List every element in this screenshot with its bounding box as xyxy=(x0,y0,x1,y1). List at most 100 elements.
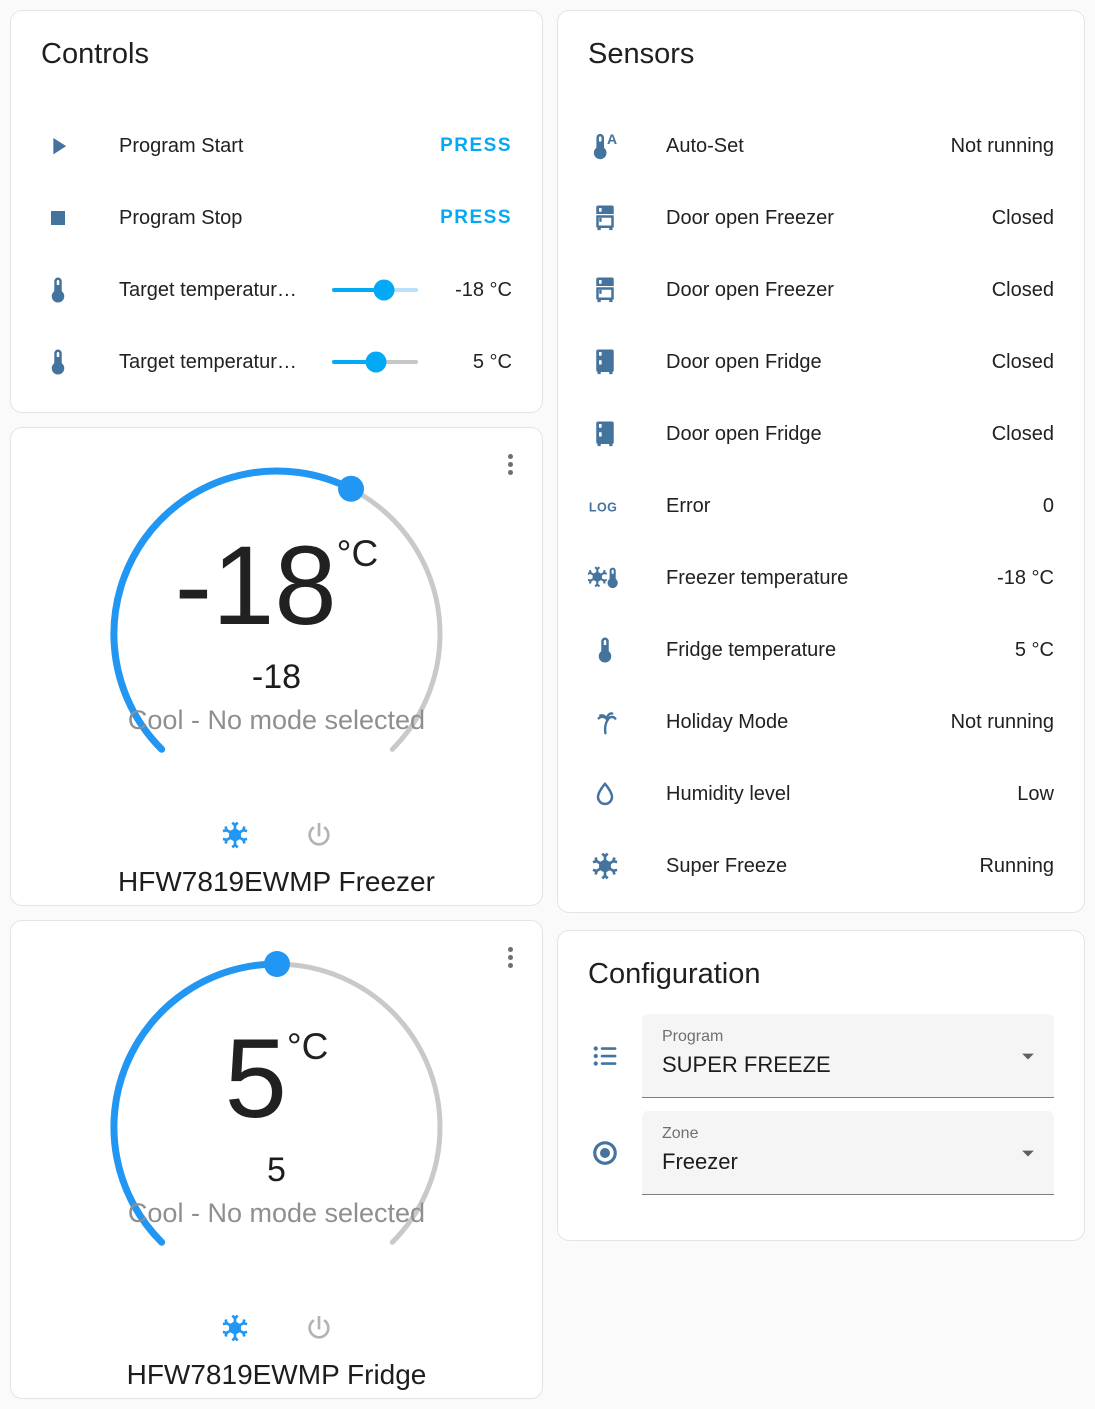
row-program-stop: Program Stop PRESS xyxy=(41,182,512,254)
fridge-icon xyxy=(588,417,622,451)
more-options-icon[interactable] xyxy=(500,943,520,971)
thermometer-icon xyxy=(41,345,75,379)
select-value: Freezer xyxy=(662,1149,738,1174)
program-select[interactable]: Program SUPER FREEZE xyxy=(642,1014,1054,1098)
device-name: HFW7819EWMP Freezer xyxy=(118,866,435,897)
cool-mode-icon[interactable] xyxy=(218,818,252,852)
sensor-value: 0 xyxy=(1042,494,1054,517)
select-label: Program xyxy=(662,1028,724,1045)
fridge-dial: 5°C 5 Cool - No mode selected xyxy=(97,947,457,1307)
radio-selected-icon xyxy=(588,1136,622,1170)
power-off-icon[interactable] xyxy=(302,1311,336,1345)
row-target-temp-fridge: Target temperatur… 5 °C xyxy=(41,326,512,398)
sensor-value: Closed xyxy=(991,278,1054,301)
mode-text: Cool - No mode selected xyxy=(127,705,426,735)
play-icon xyxy=(41,129,75,163)
sensor-label: Door open Fridge xyxy=(666,350,822,373)
freezer-thermostat-card: -18°C -18 Cool - No mode selected HFW781… xyxy=(10,427,543,906)
slider-handle[interactable] xyxy=(373,279,395,301)
sensor-value: Closed xyxy=(991,206,1054,229)
slider-handle[interactable] xyxy=(365,351,387,373)
program-config-row: Program SUPER FREEZE xyxy=(588,1014,1054,1098)
right-column: Sensors A Auto-Set Not running Door open… xyxy=(557,10,1085,1399)
cool-mode-icon[interactable] xyxy=(218,1311,252,1345)
sensor-label: Auto-Set xyxy=(666,134,744,157)
dropdown-arrow-icon[interactable] xyxy=(1014,1042,1042,1070)
program-start-press-button[interactable]: PRESS xyxy=(440,135,512,157)
sensor-row-super-freeze[interactable]: Super Freeze Running xyxy=(588,830,1054,902)
fridge-thermostat-card: 5°C 5 Cool - No mode selected HFW7819EWM… xyxy=(10,920,543,1399)
sensor-value: Running xyxy=(979,854,1054,877)
dial-readout: -18°C -18 Cool - No mode selected xyxy=(97,454,457,814)
thermometer-icon xyxy=(588,633,622,667)
sensor-label: Freezer temperature xyxy=(666,566,849,589)
sensor-row-door-fridge-2[interactable]: Door open Fridge Closed xyxy=(588,398,1054,470)
sensor-row-auto-set[interactable]: A Auto-Set Not running xyxy=(588,110,1054,182)
row-value: 5 °C xyxy=(472,350,512,373)
sensor-label: Humidity level xyxy=(666,782,791,805)
snowflake-thermometer-icon xyxy=(588,561,622,595)
sensor-row-fridge-temperature[interactable]: Fridge temperature 5 °C xyxy=(588,614,1054,686)
sensor-label: Door open Freezer xyxy=(666,206,834,229)
sensor-row-error[interactable]: LOG Error 0 xyxy=(588,470,1054,542)
sensor-row-freezer-temperature[interactable]: Freezer temperature -18 °C xyxy=(588,542,1054,614)
current-temperature: -18 xyxy=(251,658,302,696)
sensor-row-humidity[interactable]: Humidity level Low xyxy=(588,758,1054,830)
sensor-label: Door open Freezer xyxy=(666,278,834,301)
row-label: Program Start xyxy=(119,134,244,157)
water-drop-icon xyxy=(588,777,622,811)
sensor-value: Closed xyxy=(991,350,1054,373)
row-label: Program Stop xyxy=(119,206,243,229)
row-value: -18 °C xyxy=(455,278,512,301)
controls-card: Controls Program Start PRESS Program Sto… xyxy=(10,10,543,413)
target-temperature-freezer-slider[interactable] xyxy=(332,279,418,301)
sensor-label: Error xyxy=(666,494,711,517)
svg-text:A: A xyxy=(607,131,617,147)
configuration-title: Configuration xyxy=(588,958,761,990)
list-icon xyxy=(588,1039,622,1073)
sensor-value: Not running xyxy=(950,710,1054,733)
select-label: Zone xyxy=(662,1125,699,1142)
more-options-icon[interactable] xyxy=(500,450,520,478)
left-column: Controls Program Start PRESS Program Sto… xyxy=(10,10,543,1399)
svg-text:LOG: LOG xyxy=(589,500,617,514)
controls-title: Controls xyxy=(41,38,149,70)
dial-readout: 5°C 5 Cool - No mode selected xyxy=(97,947,457,1307)
target-temperature: -18°C xyxy=(174,523,379,648)
device-name: HFW7819EWMP Fridge xyxy=(126,1359,427,1390)
stop-icon xyxy=(41,201,75,235)
sensor-value: Low xyxy=(1017,782,1054,805)
palm-tree-icon xyxy=(588,705,622,739)
configuration-card: Configuration Program SUPER FREEZE Zone … xyxy=(557,930,1085,1241)
target-temperature: 5°C xyxy=(224,1016,329,1141)
row-program-start: Program Start PRESS xyxy=(41,110,512,182)
sensor-row-door-fridge-1[interactable]: Door open Fridge Closed xyxy=(588,326,1054,398)
fridge-icon xyxy=(588,345,622,379)
sensor-value: 5 °C xyxy=(1014,638,1054,661)
sensor-label: Super Freeze xyxy=(666,854,788,877)
sensor-label: Door open Fridge xyxy=(666,422,822,445)
freezer-dial: -18°C -18 Cool - No mode selected xyxy=(97,454,457,814)
sensors-card: Sensors A Auto-Set Not running Door open… xyxy=(557,10,1085,913)
zone-select[interactable]: Zone Freezer xyxy=(642,1111,1054,1195)
dropdown-arrow-icon[interactable] xyxy=(1014,1139,1042,1167)
sensor-row-holiday-mode[interactable]: Holiday Mode Not running xyxy=(588,686,1054,758)
dashboard: Controls Program Start PRESS Program Sto… xyxy=(0,0,1095,1399)
sensor-label: Holiday Mode xyxy=(666,710,789,733)
log-icon: LOG xyxy=(588,489,622,523)
zone-config-row: Zone Freezer xyxy=(588,1111,1054,1195)
sensor-value: Closed xyxy=(991,422,1054,445)
current-temperature: 5 xyxy=(267,1151,286,1189)
temperature-unit: °C xyxy=(336,533,379,574)
sensor-value: -18 °C xyxy=(997,566,1054,589)
row-target-temp-freezer: Target temperatur… -18 °C xyxy=(41,254,512,326)
sensor-row-door-freezer-1[interactable]: Door open Freezer Closed xyxy=(588,182,1054,254)
target-temperature-fridge-slider[interactable] xyxy=(332,351,418,373)
sensor-row-door-freezer-2[interactable]: Door open Freezer Closed xyxy=(588,254,1054,326)
power-off-icon[interactable] xyxy=(302,818,336,852)
thermometer-auto-icon: A xyxy=(588,129,622,163)
mode-buttons xyxy=(218,1311,336,1345)
program-stop-press-button[interactable]: PRESS xyxy=(440,207,512,229)
mode-text: Cool - No mode selected xyxy=(127,1198,426,1228)
fridge-top-icon xyxy=(588,273,622,307)
